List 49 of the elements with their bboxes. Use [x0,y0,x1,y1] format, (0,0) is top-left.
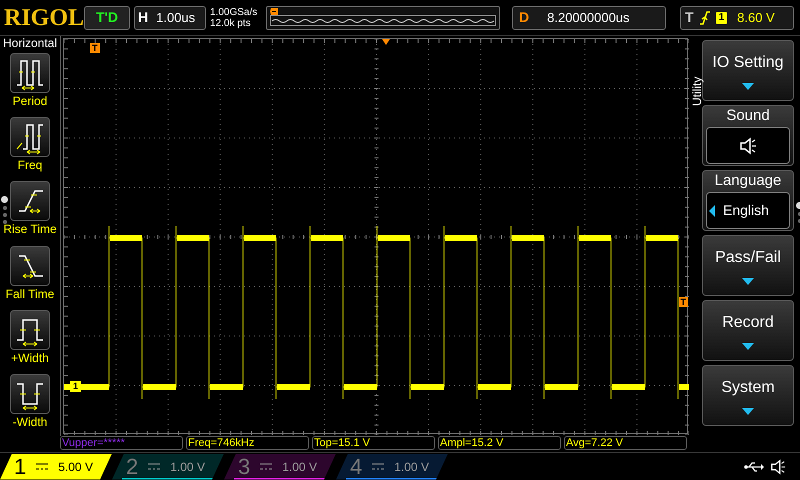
speaker-icon [770,458,786,474]
language-select[interactable]: English [706,192,790,229]
timebase-value: 1.00us [156,8,196,27]
trigger-position-marker: T [90,43,100,53]
measurement-result: Ampl=15.2 V [438,436,561,450]
caret-icon [742,343,754,350]
delay-label: D [519,8,530,27]
speaker-icon [739,136,757,154]
trigger-box[interactable]: T 1 8.60 V [680,6,794,30]
dc-coupling-icon [372,462,384,470]
channel-tab[interactable]: 3 1.00 V [224,454,336,480]
measurement-result: Avg=7.22 V [564,436,687,450]
rising-edge-icon [700,10,710,24]
menu-button[interactable]: Pass/Fail [702,235,794,296]
sound-toggle[interactable] [706,127,790,164]
run-status: T'D [84,6,130,30]
channel-tab[interactable]: 2 1.00 V [112,454,224,480]
menu-button[interactable]: Record [702,300,794,361]
caret-icon [742,408,754,415]
channel-marker: 1 [70,381,82,392]
sample-rate: 1.00GSa/s [210,6,258,18]
trigger-arrow-icon [382,39,390,45]
menu-button[interactable]: System [702,365,794,426]
measurement-button[interactable]: Rise Time [3,179,57,244]
channel-tab[interactable]: 1 5.00 V [0,454,112,480]
channel-tab[interactable]: 4 1.00 V [336,454,448,480]
menu-label: Sound [726,107,770,125]
dc-coupling-icon [36,462,48,470]
delay-value: 8.20000000us [547,8,630,27]
measurement-result: Vupper=***** [60,436,183,450]
delay-box[interactable]: D 8.20000000us [512,6,666,30]
menu-button[interactable]: IO Setting [702,40,794,101]
dc-coupling-icon [148,462,160,470]
caret-icon [742,278,754,285]
measurement-result: Top=15.1 V [312,436,435,450]
usb-icon [744,460,764,472]
dc-coupling-icon [260,462,272,470]
trigger-level: 8.60 V [737,8,775,27]
timebase-box[interactable]: H 1.00us [134,6,206,30]
memory-depth: 12.0k pts [210,18,252,28]
caret-icon [742,83,754,90]
position-marker-icon [270,8,278,14]
left-arrow-icon [709,204,715,216]
measurement-result: Freq=746kHz [186,436,309,450]
trigger-source: 1 [716,12,728,24]
menu-label: Language [714,172,782,190]
trigger-label: T [685,8,694,27]
timebase-label: H [138,8,148,27]
trigger-level-marker: T [678,297,688,307]
